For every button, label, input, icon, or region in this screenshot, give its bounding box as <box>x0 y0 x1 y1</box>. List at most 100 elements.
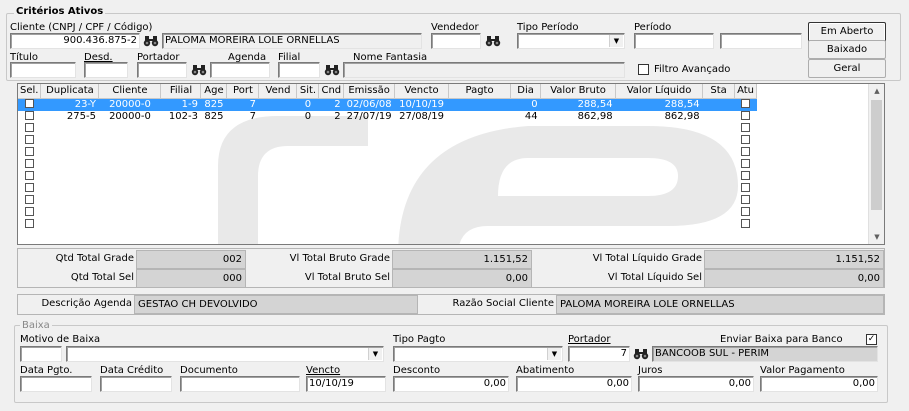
row-select-checkbox[interactable] <box>24 219 34 228</box>
row-select-cell[interactable] <box>18 219 41 231</box>
tipo-periodo-select[interactable]: ▼ <box>517 33 625 49</box>
row-select-checkbox[interactable] <box>24 183 34 192</box>
row-select-cell[interactable] <box>18 207 41 219</box>
col-valor-bruto[interactable]: Valor Bruto <box>540 84 617 99</box>
row-atu-checkbox[interactable] <box>741 183 751 192</box>
motivo-select[interactable]: ▼ <box>66 346 384 362</box>
empty-table-row[interactable] <box>18 219 757 231</box>
row-atu-checkbox[interactable] <box>741 207 751 216</box>
empty-table-row[interactable] <box>18 207 757 219</box>
row-select-checkbox[interactable] <box>24 147 34 156</box>
documento-field[interactable] <box>180 376 300 392</box>
row-atu-cell[interactable] <box>735 207 757 219</box>
row-select-cell[interactable] <box>18 135 41 147</box>
scroll-thumb[interactable] <box>871 100 882 210</box>
row-select-cell[interactable] <box>18 111 41 123</box>
row-select-cell[interactable] <box>18 171 41 183</box>
col-dia[interactable]: Dia <box>510 84 542 99</box>
col-sta[interactable]: Sta <box>702 84 736 99</box>
row-atu-checkbox[interactable] <box>741 135 751 144</box>
chevron-down-icon[interactable]: ▼ <box>368 348 382 360</box>
row-atu-cell[interactable] <box>735 195 757 207</box>
row-select-cell[interactable] <box>18 98 41 111</box>
col-emissao[interactable]: Emissão <box>343 84 396 99</box>
col-age[interactable]: Age <box>200 84 228 99</box>
row-atu-cell[interactable] <box>735 111 757 123</box>
empty-table-row[interactable] <box>18 135 757 147</box>
data-pgto-field[interactable] <box>20 376 92 392</box>
col-port[interactable]: Port <box>226 84 260 99</box>
col-cnd[interactable]: Cnd <box>318 84 345 99</box>
enviar-baixa-banco-checkbox[interactable]: ✓ <box>866 334 877 345</box>
em-aberto-button[interactable]: Em Aberto <box>808 22 886 42</box>
data-credito-field[interactable] <box>100 376 172 392</box>
table-row[interactable]: 275-5 20000-0 102-3 825 7 0 2 27/07/19 27/08/19 4… <box>18 111 757 123</box>
row-select-checkbox[interactable] <box>24 171 34 180</box>
col-sel[interactable]: Sel. <box>18 84 42 99</box>
juros-field[interactable]: 0,00 <box>638 376 754 392</box>
empty-table-row[interactable] <box>18 171 757 183</box>
row-atu-checkbox[interactable] <box>741 171 751 180</box>
portador-search-binoculars-icon[interactable] <box>190 62 208 78</box>
scroll-down-icon[interactable]: ▼ <box>869 230 884 244</box>
empty-table-row[interactable] <box>18 147 757 159</box>
vencto-field[interactable]: 10/10/19 <box>306 376 386 392</box>
table-row[interactable]: 23-Y 20000-0 1-9 825 7 0 2 02/06/08 10/10/19 0 288… <box>18 98 757 111</box>
cliente-search-binoculars-icon[interactable] <box>142 33 160 49</box>
row-atu-checkbox[interactable] <box>741 195 751 204</box>
portador-field[interactable] <box>137 62 187 78</box>
col-duplicata[interactable]: Duplicata <box>40 84 100 99</box>
grid-vertical-scrollbar[interactable]: ▲ ▼ <box>868 84 884 244</box>
tipo-pagto-select[interactable]: ▼ <box>393 346 563 362</box>
filtro-avancado-checkbox[interactable] <box>638 64 649 75</box>
col-vend[interactable]: Vend <box>258 84 298 99</box>
row-atu-checkbox[interactable] <box>741 99 751 108</box>
row-atu-checkbox[interactable] <box>741 123 751 132</box>
row-select-cell[interactable] <box>18 159 41 171</box>
baixa-portador-code-field[interactable]: 7 <box>568 346 630 362</box>
titles-grid[interactable]: Sel. Duplicata Cliente Filial Age Port V… <box>17 83 885 245</box>
desd-field[interactable] <box>84 62 128 78</box>
vendedor-field[interactable] <box>431 33 481 49</box>
row-select-cell[interactable] <box>18 195 41 207</box>
col-filial[interactable]: Filial <box>160 84 202 99</box>
titulo-field[interactable] <box>10 62 76 78</box>
periodo-to-field[interactable] <box>720 33 802 49</box>
col-pagto[interactable]: Pagto <box>448 84 512 99</box>
row-select-cell[interactable] <box>18 123 41 135</box>
filial-search-binoculars-icon[interactable] <box>323 62 341 78</box>
row-atu-cell[interactable] <box>734 98 757 111</box>
row-atu-cell[interactable] <box>735 147 757 159</box>
scroll-up-icon[interactable]: ▲ <box>869 84 884 98</box>
chevron-down-icon[interactable]: ▼ <box>547 348 561 360</box>
row-atu-cell[interactable] <box>735 183 757 195</box>
geral-button[interactable]: Geral <box>808 59 886 78</box>
row-select-cell[interactable] <box>18 147 41 159</box>
motivo-code-field[interactable] <box>20 346 62 362</box>
empty-table-row[interactable] <box>18 123 757 135</box>
col-cliente[interactable]: Cliente <box>98 84 162 99</box>
agenda-field[interactable] <box>210 62 270 78</box>
row-atu-cell[interactable] <box>735 135 757 147</box>
filial-field[interactable] <box>278 62 320 78</box>
col-atu[interactable]: Atu <box>734 84 758 99</box>
baixado-button[interactable]: Baixado <box>808 40 886 59</box>
col-sit[interactable]: Sit. <box>296 84 320 99</box>
row-select-checkbox[interactable] <box>24 123 34 132</box>
row-select-cell[interactable] <box>18 183 41 195</box>
row-atu-cell[interactable] <box>735 219 757 231</box>
vendedor-search-binoculars-icon[interactable] <box>484 33 502 49</box>
desconto-field[interactable]: 0,00 <box>393 376 509 392</box>
chevron-down-icon[interactable]: ▼ <box>609 35 623 47</box>
valor-pagamento-field[interactable]: 0,00 <box>760 376 878 392</box>
row-select-checkbox[interactable] <box>24 111 34 120</box>
empty-table-row[interactable] <box>18 195 757 207</box>
row-select-checkbox[interactable] <box>24 159 34 168</box>
col-valor-liquido[interactable]: Valor Líquido <box>615 84 704 99</box>
row-atu-checkbox[interactable] <box>741 111 751 120</box>
col-vencto[interactable]: Vencto <box>394 84 450 99</box>
baixa-portador-binoculars-icon[interactable] <box>632 346 650 362</box>
row-atu-cell[interactable] <box>735 159 757 171</box>
row-select-checkbox[interactable] <box>24 195 34 204</box>
empty-table-row[interactable] <box>18 159 757 171</box>
